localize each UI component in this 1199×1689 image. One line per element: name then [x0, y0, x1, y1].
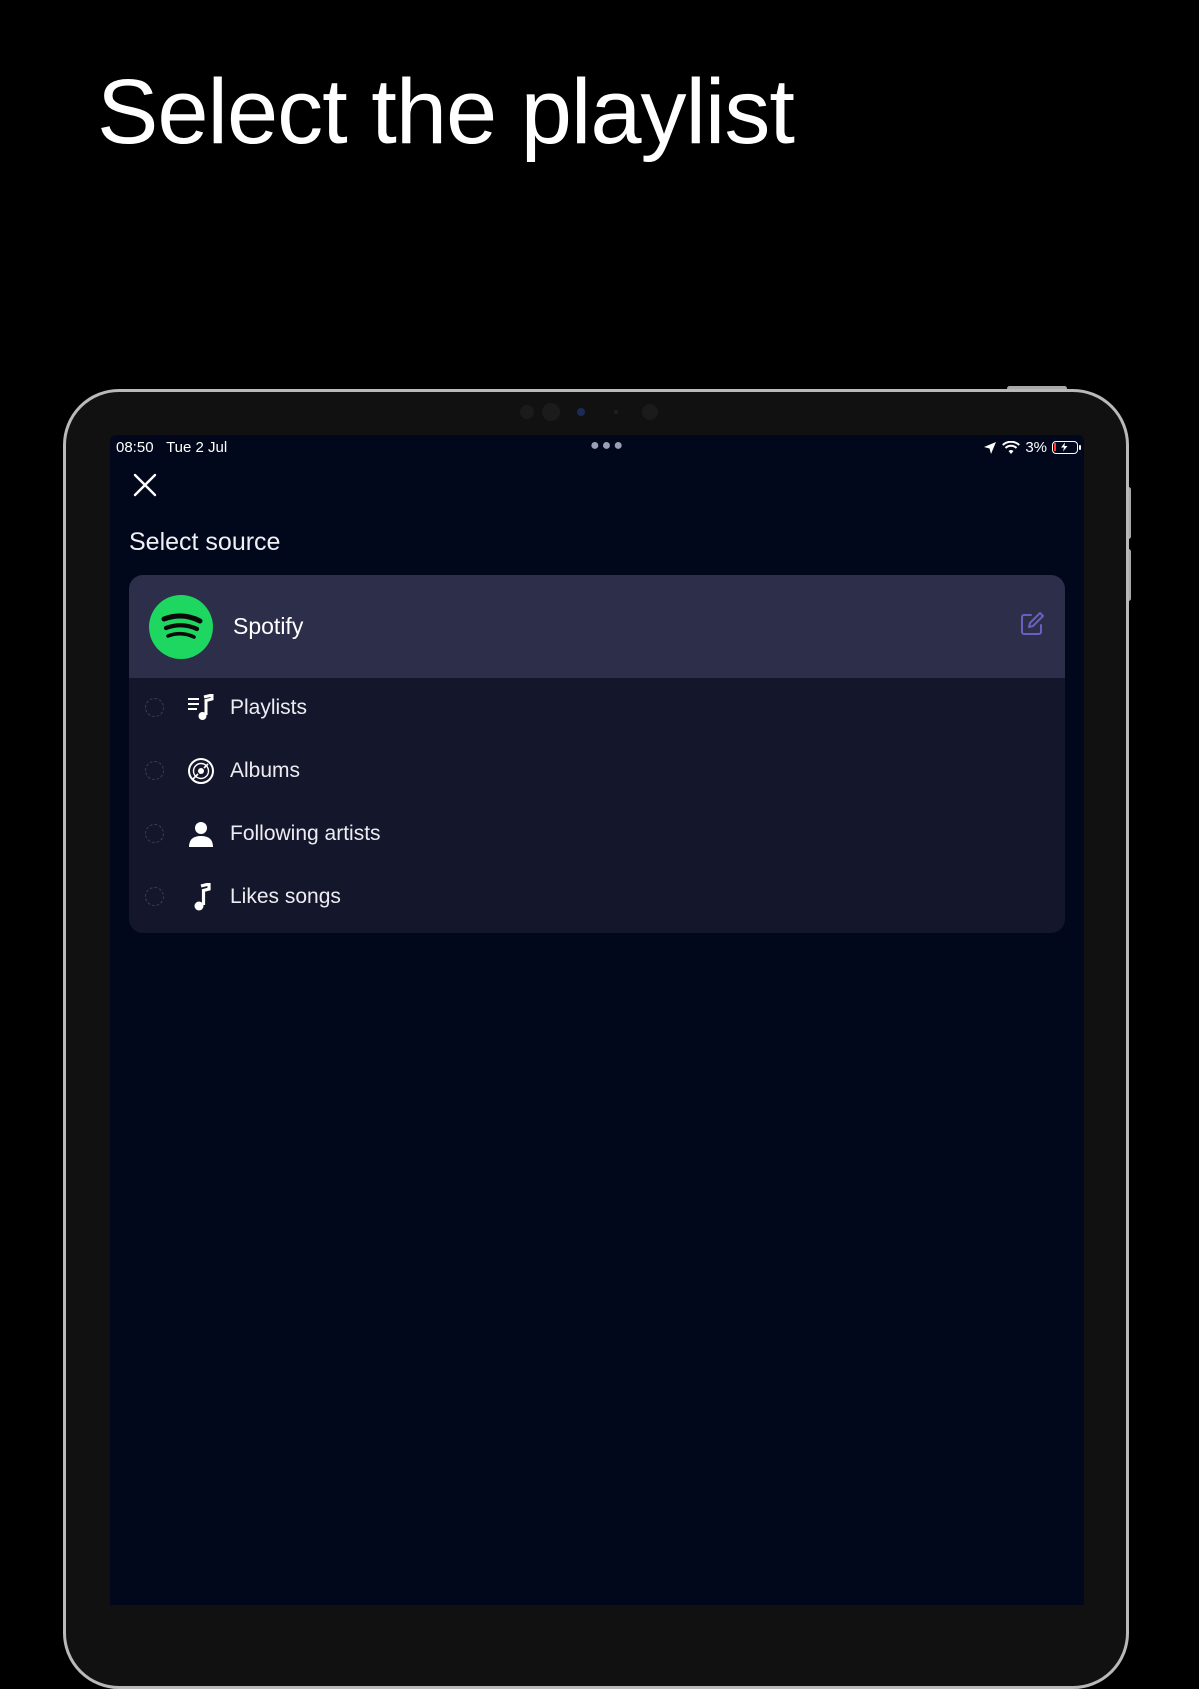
edit-icon — [1021, 612, 1044, 635]
option-label: Likes songs — [230, 885, 341, 908]
option-playlists[interactable]: Playlists — [129, 678, 1065, 740]
option-label: Albums — [230, 759, 301, 782]
status-bar: 08:50 Tue 2 Jul ●●● 3% — [116, 437, 1081, 461]
radio-button[interactable] — [145, 761, 164, 780]
option-likes-songs[interactable]: Likes songs — [129, 867, 1065, 929]
radio-button[interactable] — [145, 887, 164, 906]
status-right: 3% — [983, 439, 1081, 456]
option-label: Following artists — [230, 822, 381, 845]
radio-button[interactable] — [145, 698, 164, 717]
playlist-icon — [188, 694, 214, 720]
provider-name: Spotify — [233, 613, 304, 639]
option-albums[interactable]: Albums — [129, 741, 1065, 803]
radio-button[interactable] — [145, 824, 164, 843]
source-card: Spotify Playlists Albums Following artis… — [129, 575, 1065, 933]
provider-header[interactable]: Spotify — [129, 575, 1065, 678]
album-disc-icon — [188, 758, 214, 784]
music-note-icon — [194, 883, 211, 911]
location-arrow-icon — [984, 441, 997, 454]
close-button[interactable] — [130, 470, 160, 500]
device-screen: 08:50 Tue 2 Jul ●●● 3% Select source Spo… — [110, 435, 1084, 1605]
battery-percentage: 3% — [1025, 439, 1047, 456]
section-title: Select source — [129, 528, 281, 556]
status-date: Tue 2 Jul — [166, 439, 228, 456]
spotify-logo-icon — [149, 595, 213, 659]
edit-button[interactable] — [1019, 611, 1045, 637]
headline: Select the playlist — [97, 61, 795, 163]
option-following-artists[interactable]: Following artists — [129, 804, 1065, 866]
battery-icon — [1052, 441, 1081, 454]
camera-bar — [520, 402, 680, 422]
option-label: Playlists — [230, 696, 308, 719]
person-icon — [189, 822, 213, 847]
multitasking-dots-icon[interactable]: ●●● — [590, 437, 625, 455]
close-icon — [133, 473, 157, 497]
status-time: 08:50 Tue 2 Jul — [116, 439, 228, 456]
wifi-icon — [1002, 440, 1021, 454]
